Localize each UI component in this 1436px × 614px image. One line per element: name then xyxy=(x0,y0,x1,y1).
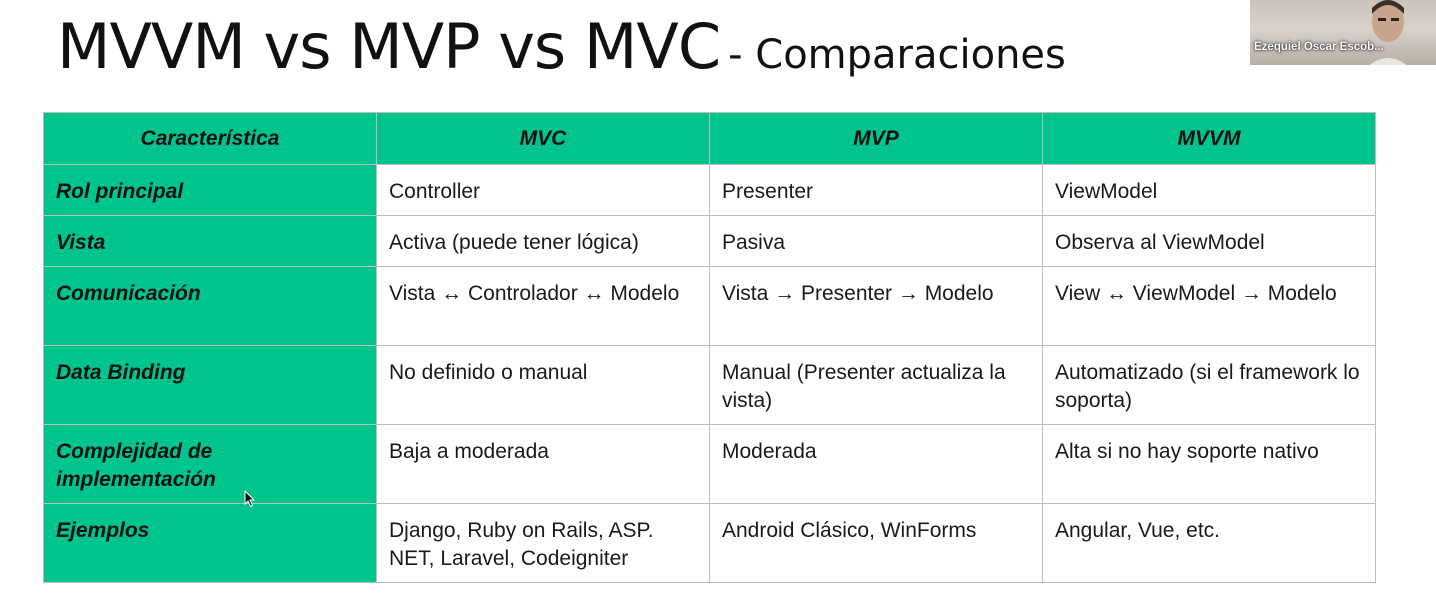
table-row-vista: Vista Activa (puede tener lógica) Pasiva… xyxy=(43,215,1376,267)
cell-mvvm: Automatizado (si el framework lo soporta… xyxy=(1042,345,1376,425)
slide-title-main: MVVM vs MVP vs MVC xyxy=(57,10,721,83)
cell-mvp: Android Clásico, WinForms xyxy=(709,503,1043,583)
cell-mvvm: Observa al ViewModel xyxy=(1042,215,1376,267)
header-mvc: MVC xyxy=(376,112,710,165)
cell-mvc: Activa (puede tener lógica) xyxy=(376,215,710,267)
cell-mvc: Django, Ruby on Rails, ASP. NET, Laravel… xyxy=(376,503,710,583)
table-row-comunicacion: Comunicación Vista ↔ Controlador ↔ Model… xyxy=(43,266,1376,346)
table-row-rol-principal: Rol principal Controller Presenter ViewM… xyxy=(43,164,1376,216)
cell-mvp: Moderada xyxy=(709,424,1043,504)
participant-name-label: Ezequiel Oscar Escob... xyxy=(1254,41,1384,53)
row-label: Ejemplos xyxy=(43,503,377,583)
header-mvvm: MVVM xyxy=(1042,112,1376,165)
row-label: Data Binding xyxy=(43,345,377,425)
presentation-slide: MVVM vs MVP vs MVC - Comparaciones Caract… xyxy=(0,0,1436,614)
cell-mvp: Vista → Presenter → Modelo xyxy=(709,266,1043,346)
cell-mvc: No definido o manual xyxy=(376,345,710,425)
participant-video-tile[interactable]: Ezequiel Oscar Escob... xyxy=(1250,0,1436,65)
cell-mvc: Baja a moderada xyxy=(376,424,710,504)
slide-title-subtitle: - Comparaciones xyxy=(728,32,1066,78)
comparison-table: Característica MVC MVP MVVM Rol principa… xyxy=(43,112,1376,583)
cell-mvp: Manual (Presenter actualiza la vista) xyxy=(709,345,1043,425)
row-label: Rol principal xyxy=(43,164,377,216)
table-row-ejemplos: Ejemplos Django, Ruby on Rails, ASP. NET… xyxy=(43,503,1376,583)
cell-mvp: Presenter xyxy=(709,164,1043,216)
row-label: Vista xyxy=(43,215,377,267)
cell-mvp: Pasiva xyxy=(709,215,1043,267)
cell-mvc: Vista ↔ Controlador ↔ Modelo xyxy=(376,266,710,346)
cell-mvvm: Alta si no hay soporte nativo xyxy=(1042,424,1376,504)
table-row-data-binding: Data Binding No definido o manual Manual… xyxy=(43,345,1376,425)
cell-mvvm: ViewModel xyxy=(1042,164,1376,216)
row-label: Complejidad de implementación xyxy=(43,424,377,504)
cell-mvvm: View ↔ ViewModel → Modelo xyxy=(1042,266,1376,346)
table-header-row: Característica MVC MVP MVVM xyxy=(43,112,1376,165)
participant-video-feed xyxy=(1369,0,1407,65)
slide-title: MVVM vs MVP vs MVC - Comparaciones xyxy=(57,10,1066,83)
header-mvp: MVP xyxy=(709,112,1043,165)
header-caracteristica: Característica xyxy=(43,112,377,165)
cell-mvc: Controller xyxy=(376,164,710,216)
mouse-pointer-icon xyxy=(244,490,256,508)
row-label: Comunicación xyxy=(43,266,377,346)
cell-mvvm: Angular, Vue, etc. xyxy=(1042,503,1376,583)
